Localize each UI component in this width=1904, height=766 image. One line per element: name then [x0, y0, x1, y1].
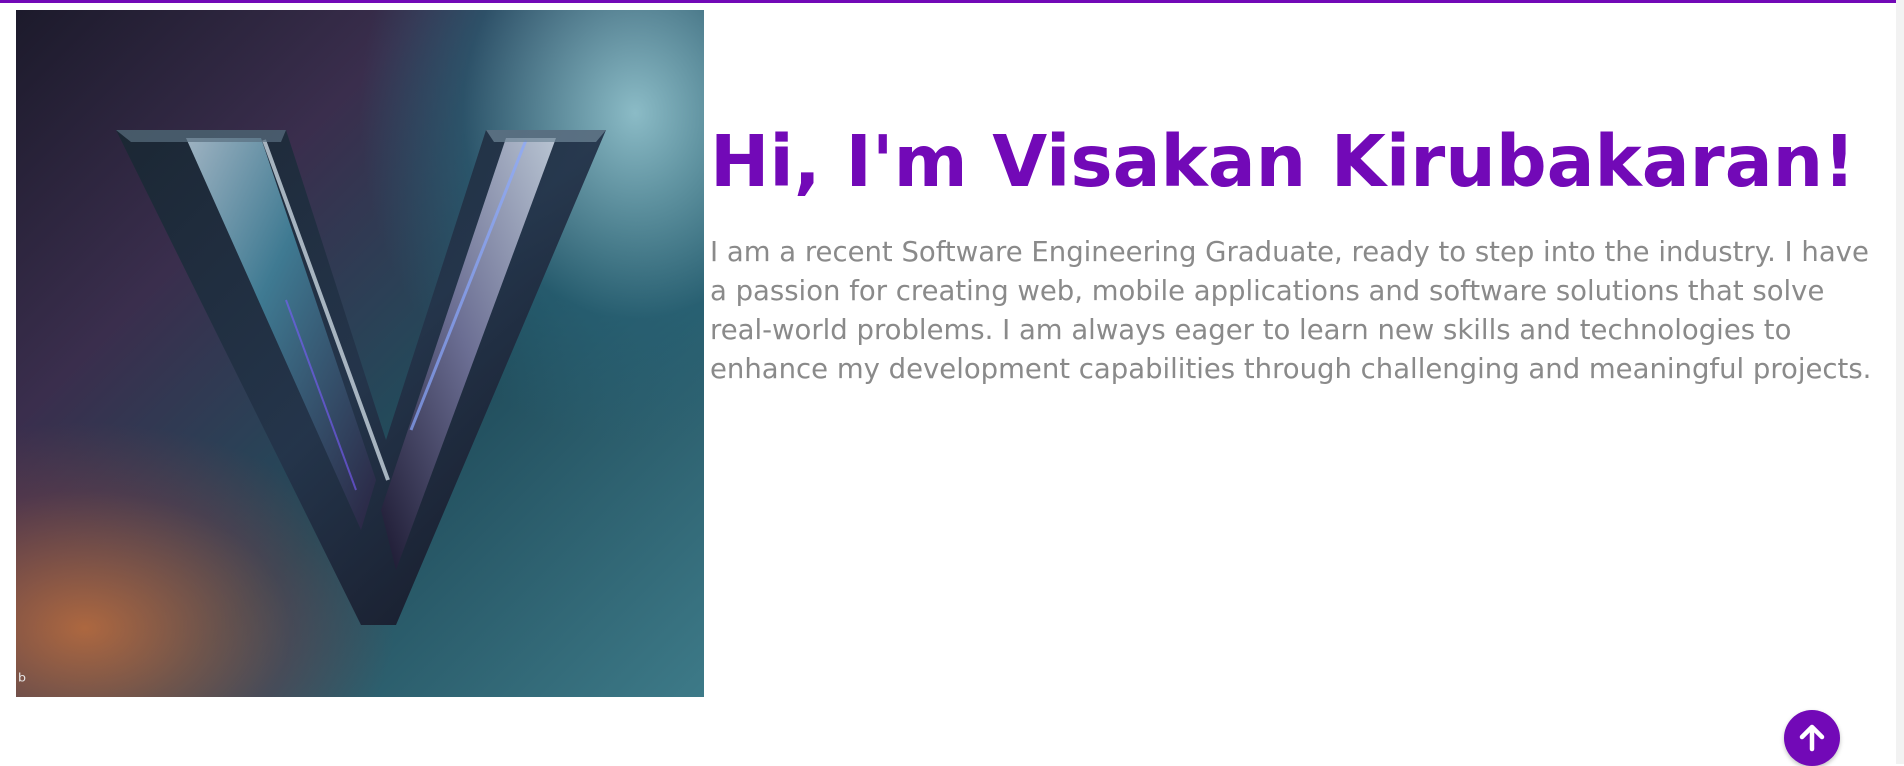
hero-section: ᵇ Hi, I'm Visakan Kirubakaran! I am a re…: [16, 10, 1896, 697]
intro-text: Hi, I'm Visakan Kirubakaran! I am a rece…: [710, 10, 1890, 389]
profile-logo-image: ᵇ: [16, 10, 704, 697]
top-accent-border: [0, 0, 1904, 3]
page-scrollbar[interactable]: [1896, 0, 1904, 764]
bio-paragraph: I am a recent Software Engineering Gradu…: [710, 236, 1872, 385]
scroll-to-top-button[interactable]: [1784, 710, 1840, 766]
watermark-icon: ᵇ: [18, 669, 27, 693]
v-logo-icon: [116, 130, 606, 625]
arrow-up-icon: [1799, 724, 1825, 752]
page-title: Hi, I'm Visakan Kirubakaran!: [710, 120, 1856, 203]
